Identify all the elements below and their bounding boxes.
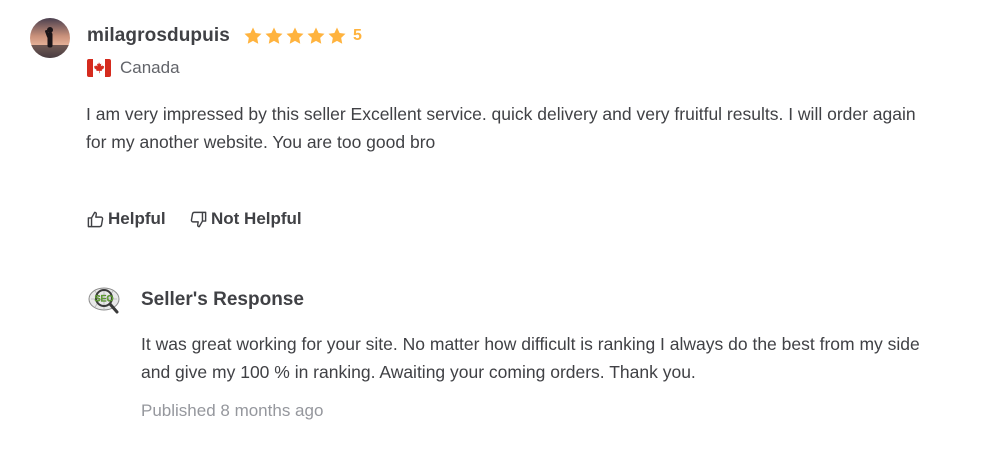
star-icon <box>328 27 346 44</box>
reviewer-country: Canada <box>120 58 180 77</box>
reviewer-username[interactable]: milagrosdupuis <box>87 25 230 47</box>
star-icon <box>244 27 262 44</box>
helpful-label: Helpful <box>108 209 166 228</box>
helpful-button[interactable]: Helpful <box>86 209 166 229</box>
avatar-image <box>30 18 70 58</box>
star-icon <box>307 27 325 44</box>
canada-flag-icon <box>87 59 111 77</box>
svg-text:SEO: SEO <box>94 294 113 304</box>
star-rating: 5 <box>243 26 362 46</box>
not-helpful-button[interactable]: Not Helpful <box>189 209 302 229</box>
not-helpful-label: Not Helpful <box>211 209 302 228</box>
seller-logo: SEO <box>86 285 124 315</box>
review-text: I am very impressed by this seller Excel… <box>86 104 916 152</box>
avatar[interactable] <box>30 18 70 58</box>
rating-value: 5 <box>353 27 362 44</box>
published-date: Published 8 months ago <box>141 401 324 420</box>
seller-response-text: It was great working for your site. No m… <box>141 334 920 382</box>
thumbs-down-icon <box>190 211 207 227</box>
thumbs-up-icon <box>87 211 104 227</box>
star-icon <box>265 27 283 44</box>
star-icon <box>286 27 304 44</box>
seller-response-heading: Seller's Response <box>141 289 304 310</box>
